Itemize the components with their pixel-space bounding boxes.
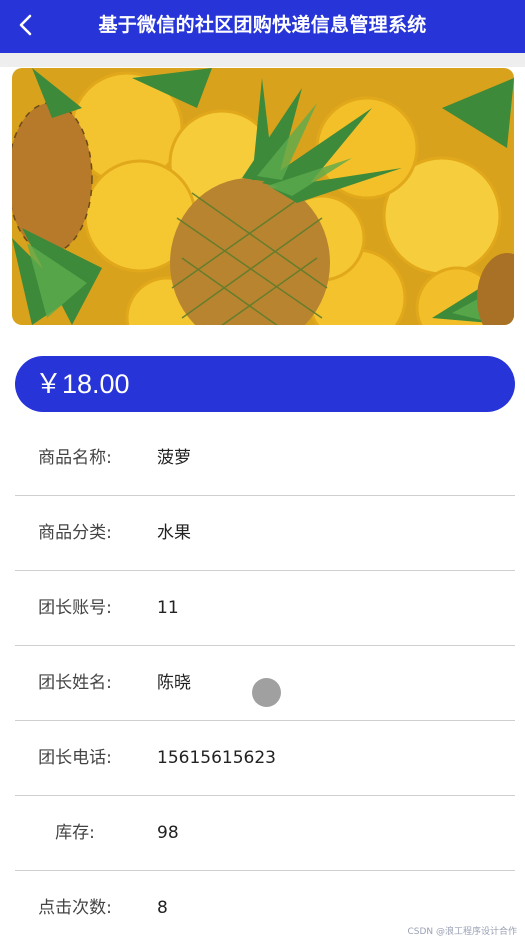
info-value: 98 [157,823,179,843]
header-spacer [0,53,525,67]
price-badge: ￥18.00 [15,356,515,412]
product-image [12,68,514,325]
app-header: 基于微信的社区团购快递信息管理系统 [0,0,525,53]
info-label: 团长姓名: [38,673,112,693]
info-row-stock: 库存: 98 [15,796,515,871]
info-label: 商品分类: [38,523,112,543]
info-label: 商品名称: [38,448,112,468]
info-value: 水果 [157,523,191,543]
info-value: 8 [157,898,168,918]
info-row-leader-phone: 团长电话: 15615615623 [15,721,515,796]
info-value: 陈晓 [157,673,191,693]
info-value: 菠萝 [157,448,191,468]
info-row-name: 商品名称: 菠萝 [15,421,515,496]
info-label: 库存: [55,823,95,843]
info-label: 点击次数: [38,898,112,918]
info-value: 15615615623 [157,748,276,768]
page-title: 基于微信的社区团购快递信息管理系统 [98,14,427,36]
info-row-category: 商品分类: 水果 [15,496,515,571]
info-label: 团长电话: [38,748,112,768]
info-label: 团长账号: [38,598,112,618]
watermark: CSDN @浪工程序设计合作 [407,927,517,937]
touch-indicator [252,678,281,707]
info-row-leader-account: 团长账号: 11 [15,571,515,646]
info-value: 11 [157,598,179,618]
